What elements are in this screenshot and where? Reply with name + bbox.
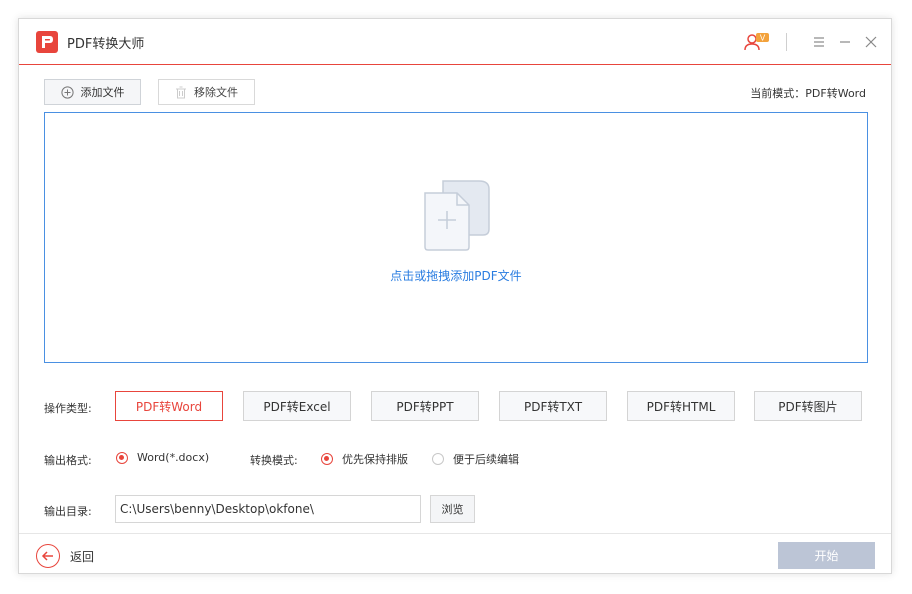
title-bar: PDF转换大师 V: [19, 19, 891, 65]
arrow-left-icon: [36, 544, 60, 568]
divider: [786, 33, 787, 51]
remove-file-label: 移除文件: [194, 86, 238, 99]
mode-easy-edit-radio[interactable]: 便于后续编辑: [432, 451, 519, 467]
output-dir-input[interactable]: C:\Users\benny\Desktop\okfone\: [115, 495, 421, 523]
plus-circle-icon: [60, 85, 74, 99]
output-format-docx-radio[interactable]: Word(*.docx): [116, 451, 209, 464]
menu-icon[interactable]: [811, 34, 827, 50]
radio-unselected-icon: [432, 453, 444, 465]
browse-button[interactable]: 浏览: [430, 495, 475, 523]
drop-zone-hint[interactable]: 点击或拖拽添加PDF文件: [45, 267, 867, 284]
convert-mode-label: 转换模式:: [250, 454, 298, 467]
add-file-label: 添加文件: [80, 86, 125, 99]
mode-keep-layout-radio[interactable]: 优先保持排版: [321, 451, 408, 467]
mode-keep-layout-label: 优先保持排版: [342, 453, 408, 466]
op-pdf-to-html-button[interactable]: PDF转HTML: [627, 391, 735, 421]
output-format-label: 输出格式:: [44, 454, 92, 467]
op-pdf-to-txt-button[interactable]: PDF转TXT: [499, 391, 607, 421]
add-file-icon: [421, 177, 491, 257]
user-account-icon[interactable]: V: [742, 31, 772, 53]
back-button[interactable]: 返回: [36, 544, 94, 568]
radio-selected-icon: [321, 453, 333, 465]
op-pdf-to-ppt-button[interactable]: PDF转PPT: [371, 391, 479, 421]
bottom-bar: 返回 开始: [19, 533, 891, 576]
app-title: PDF转换大师: [67, 37, 145, 52]
trash-icon: [175, 86, 187, 99]
app-logo-icon: [36, 31, 58, 53]
op-pdf-to-image-button[interactable]: PDF转图片: [754, 391, 862, 421]
minimize-icon[interactable]: [837, 34, 853, 50]
file-drop-zone[interactable]: 点击或拖拽添加PDF文件: [44, 112, 868, 363]
vip-badge: V: [760, 34, 766, 43]
output-dir-label: 输出目录:: [44, 505, 92, 518]
add-file-button[interactable]: 添加文件: [44, 79, 141, 105]
close-icon[interactable]: [863, 34, 879, 50]
remove-file-button[interactable]: 移除文件: [158, 79, 255, 105]
output-format-option: Word(*.docx): [137, 451, 210, 464]
title-bar-controls: V: [742, 31, 879, 53]
op-pdf-to-excel-button[interactable]: PDF转Excel: [243, 391, 351, 421]
app-window: PDF转换大师 V 添加文件 移除文件 当前模式：PDF转Word 点击或拖拽添…: [18, 18, 892, 574]
operation-type-label: 操作类型:: [44, 402, 92, 415]
radio-selected-icon: [116, 451, 128, 464]
back-label: 返回: [70, 549, 95, 564]
current-mode-label: 当前模式：PDF转Word: [750, 87, 866, 100]
op-pdf-to-word-button[interactable]: PDF转Word: [115, 391, 223, 421]
mode-easy-edit-label: 便于后续编辑: [453, 453, 519, 466]
start-button[interactable]: 开始: [778, 542, 875, 569]
